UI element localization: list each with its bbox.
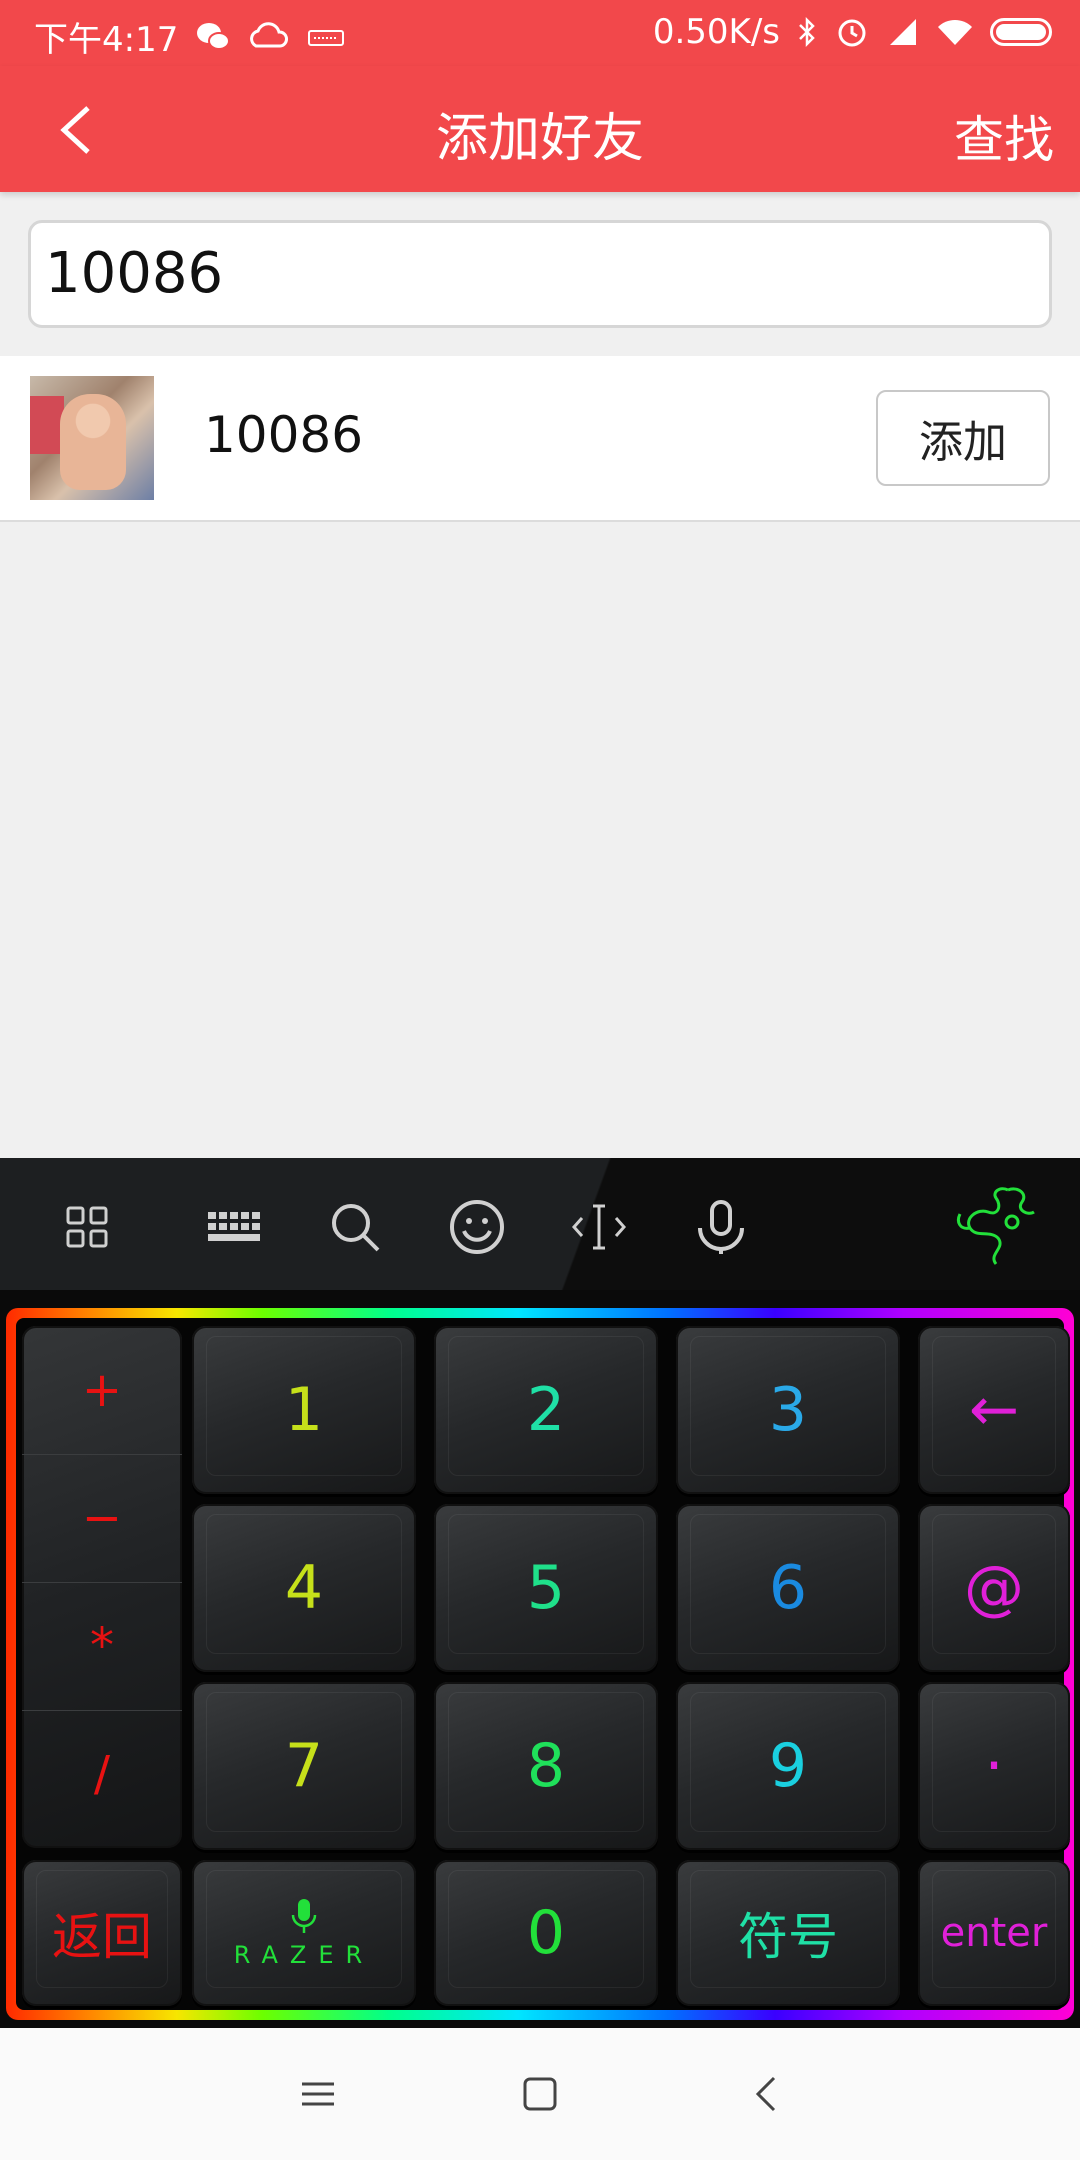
numeric-keypad: + − * / 1 2 3 ← 4 5 6 @ 7 8 9 · 返回 RAZER… [6, 1308, 1074, 2020]
key-2[interactable]: 2 [434, 1326, 658, 1494]
dot-key[interactable]: · [918, 1682, 1070, 1850]
back-icon[interactable] [746, 2072, 790, 2116]
system-nav-bar [0, 2028, 1080, 2160]
search-result-row[interactable]: 10086 添加 [0, 356, 1080, 522]
keyboard-icon [308, 29, 345, 46]
razer-wordmark: RAZER [233, 1941, 375, 1969]
wechat-icon [197, 22, 231, 50]
microphone-icon [291, 1899, 317, 1933]
network-speed: 0.50K/s [652, 12, 780, 52]
key-4[interactable]: 4 [192, 1504, 416, 1672]
status-bar: 下午4:17 0.50K/s [0, 0, 1080, 66]
result-name: 10086 [204, 406, 364, 464]
key-1[interactable]: 1 [192, 1326, 416, 1494]
search-icon[interactable] [326, 1198, 384, 1256]
key-5[interactable]: 5 [434, 1504, 658, 1672]
razer-voice-key[interactable]: RAZER [192, 1860, 416, 2006]
key-9[interactable]: 9 [676, 1682, 900, 1850]
multiply-key[interactable]: * [22, 1582, 182, 1711]
signal-icon [890, 19, 916, 45]
avatar [30, 376, 154, 500]
minus-key[interactable]: − [22, 1454, 182, 1583]
razer-keyboard: + − * / 1 2 3 ← 4 5 6 @ 7 8 9 · 返回 RAZER… [0, 1158, 1080, 2028]
key-6[interactable]: 6 [676, 1504, 900, 1672]
plus-key[interactable]: + [22, 1326, 182, 1455]
add-friend-button[interactable]: 添加 [876, 390, 1050, 486]
enter-key[interactable]: enter [918, 1860, 1070, 2006]
find-button[interactable]: 查找 [954, 100, 1054, 172]
symbol-key[interactable]: 符号 [676, 1860, 900, 2006]
cursor-icon[interactable] [570, 1198, 628, 1256]
page-title: 添加好友 [435, 109, 644, 169]
battery-icon [990, 18, 1052, 46]
key-0[interactable]: 0 [434, 1860, 658, 2006]
key-7[interactable]: 7 [192, 1682, 416, 1850]
at-key[interactable]: @ [918, 1504, 1070, 1672]
search-field[interactable] [28, 220, 1052, 328]
key-3[interactable]: 3 [676, 1326, 900, 1494]
emoji-icon[interactable] [448, 1198, 506, 1256]
menu-icon[interactable] [296, 2072, 340, 2116]
operator-column: + − * / [22, 1326, 182, 1848]
return-key[interactable]: 返回 [22, 1860, 182, 2006]
status-time: 下午4:17 [34, 20, 179, 60]
grid-icon[interactable] [58, 1198, 116, 1256]
divide-key[interactable]: / [22, 1710, 182, 1838]
razer-logo-icon[interactable] [948, 1178, 1044, 1274]
alarm-icon [838, 19, 866, 47]
cloud-icon [250, 21, 289, 47]
app-toolbar: 添加好友 查找 [0, 66, 1080, 192]
wifi-icon [938, 19, 972, 45]
keyboard-toolbar [0, 1158, 1080, 1290]
microphone-icon[interactable] [692, 1198, 750, 1256]
bluetooth-icon [799, 16, 815, 48]
keyboard-icon[interactable] [204, 1198, 262, 1256]
home-icon[interactable] [518, 2072, 562, 2116]
backspace-key[interactable]: ← [918, 1326, 1070, 1494]
key-8[interactable]: 8 [434, 1682, 658, 1850]
search-input[interactable] [45, 223, 1005, 323]
